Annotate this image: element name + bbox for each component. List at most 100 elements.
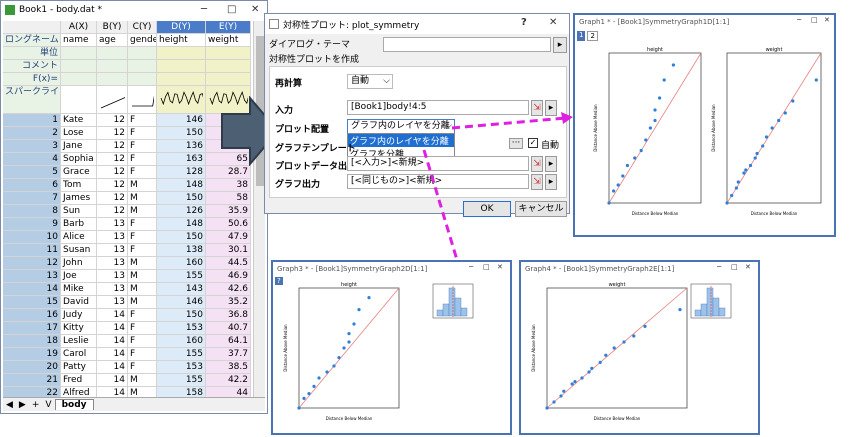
graph3-title: Graph4 * - [Book1]SymmetryGraph2E[1:1] bbox=[525, 265, 675, 273]
data-point bbox=[367, 296, 371, 300]
histogram-bar bbox=[454, 297, 462, 317]
data-point bbox=[734, 186, 738, 190]
data-point bbox=[791, 99, 795, 103]
close-icon[interactable]: ✕ bbox=[497, 263, 503, 271]
data-point bbox=[302, 396, 306, 400]
data-point bbox=[632, 334, 636, 338]
data-point bbox=[639, 148, 643, 153]
x-axis-label: Distance Below Median bbox=[326, 416, 373, 421]
data-point bbox=[644, 138, 648, 142]
histogram-bar bbox=[700, 303, 708, 317]
histogram-bar bbox=[718, 307, 726, 317]
data-point bbox=[671, 63, 675, 67]
layer-tab-1[interactable]: 1 bbox=[577, 31, 586, 41]
data-point bbox=[297, 406, 301, 410]
arrowhead-icon bbox=[561, 112, 573, 124]
data-point bbox=[562, 389, 566, 393]
graph3-plot[interactable]: weight Distance Below Median Distance Abov… bbox=[531, 278, 757, 430]
data-point bbox=[744, 168, 748, 172]
graph3-titlebar[interactable]: Graph4 * - [Book1]SymmetryGraph2E[1:1] bbox=[521, 262, 758, 276]
data-point bbox=[347, 332, 351, 336]
data-point bbox=[643, 324, 647, 328]
data-point bbox=[622, 340, 626, 344]
arrow-to-graph2 bbox=[422, 149, 462, 271]
layer-tab-2[interactable]: 2 bbox=[587, 31, 598, 41]
data-point bbox=[332, 364, 336, 368]
plot-title: weight bbox=[609, 282, 626, 288]
data-point bbox=[590, 366, 594, 370]
minimize-icon[interactable]: ─ bbox=[797, 16, 801, 24]
y-axis-label: Distance Above Median bbox=[283, 324, 288, 372]
data-point bbox=[552, 400, 556, 404]
y-axis-label: Distance Above Median bbox=[593, 104, 598, 152]
reference-line bbox=[608, 52, 702, 204]
data-point bbox=[570, 382, 574, 386]
reference-line bbox=[546, 287, 688, 409]
data-point bbox=[653, 118, 657, 123]
data-point bbox=[325, 370, 329, 374]
data-point bbox=[612, 346, 616, 350]
data-point bbox=[616, 183, 620, 187]
data-point bbox=[357, 308, 361, 312]
data-point bbox=[573, 380, 577, 384]
maximize-icon[interactable]: □ bbox=[811, 16, 818, 24]
data-point bbox=[736, 180, 740, 184]
data-point bbox=[814, 78, 818, 82]
histogram-bar bbox=[694, 309, 702, 317]
data-point bbox=[607, 201, 611, 205]
data-point bbox=[777, 118, 781, 123]
data-point bbox=[633, 156, 637, 160]
layer-tab-1[interactable]: ? bbox=[275, 277, 283, 285]
data-point bbox=[658, 96, 662, 100]
data-point bbox=[678, 308, 682, 312]
data-point bbox=[587, 370, 591, 374]
minimize-icon[interactable]: ─ bbox=[717, 263, 721, 271]
histogram-bar bbox=[448, 287, 456, 317]
data-point bbox=[621, 174, 625, 178]
data-point bbox=[761, 144, 765, 148]
data-point bbox=[559, 394, 563, 398]
histogram-bar bbox=[706, 287, 714, 317]
minimize-icon[interactable]: ─ bbox=[469, 263, 473, 271]
graph2-titlebar[interactable]: Graph3 * - [Book1]SymmetryGraph2D[1:1] bbox=[273, 262, 510, 276]
graph1-titlebar[interactable]: Graph1 * - [Book1]SymmetryGraph1D[1:1] bbox=[575, 15, 834, 29]
data-point bbox=[725, 201, 729, 205]
data-point bbox=[748, 163, 753, 168]
maximize-icon[interactable]: □ bbox=[483, 263, 490, 271]
x-axis-label: Distance Below Median bbox=[594, 416, 641, 421]
data-point bbox=[580, 376, 584, 380]
graph2-plot[interactable]: height Distance Below Median Distance Abov… bbox=[283, 278, 509, 430]
data-point bbox=[625, 163, 629, 168]
reference-line bbox=[298, 287, 400, 409]
graph1-title: Graph1 * - [Book1]SymmetryGraph1D[1:1] bbox=[579, 18, 730, 26]
data-point bbox=[764, 135, 769, 139]
y-axis-label: Distance Above Median bbox=[711, 104, 716, 152]
plot-title: height bbox=[647, 47, 663, 53]
data-point bbox=[755, 151, 759, 156]
reference-line bbox=[726, 52, 822, 204]
graph1-layer-tabs: 1 2 bbox=[577, 31, 598, 41]
data-point bbox=[730, 193, 734, 198]
plot-title: weight bbox=[766, 47, 783, 53]
close-icon[interactable]: ✕ bbox=[745, 263, 751, 271]
data-point bbox=[612, 189, 616, 193]
close-icon[interactable]: ✕ bbox=[824, 16, 830, 24]
y-axis-label: Distance Above Median bbox=[531, 324, 536, 372]
data-point bbox=[742, 171, 746, 175]
histogram-bar bbox=[442, 303, 450, 317]
maximize-icon[interactable]: □ bbox=[731, 263, 738, 271]
histogram-bar bbox=[460, 307, 468, 317]
plot-title: height bbox=[341, 282, 357, 288]
histogram-bar bbox=[712, 297, 720, 317]
graph1-plot[interactable]: height Distance Below Median Distance Abov… bbox=[587, 41, 833, 221]
graph1-window: Graph1 * - [Book1]SymmetryGraph1D[1:1] ─… bbox=[573, 13, 836, 237]
data-point bbox=[753, 156, 757, 160]
data-point bbox=[604, 353, 608, 357]
histogram-bar bbox=[436, 309, 444, 317]
data-point bbox=[598, 360, 602, 364]
graph3-window: Graph4 * - [Book1]SymmetryGraph2E[1:1] ─… bbox=[519, 260, 760, 435]
data-point bbox=[653, 108, 657, 112]
data-point bbox=[783, 111, 787, 115]
graph2-window: Graph3 * - [Book1]SymmetryGraph2D[1:1] ─… bbox=[271, 260, 512, 435]
data-point bbox=[347, 340, 351, 344]
